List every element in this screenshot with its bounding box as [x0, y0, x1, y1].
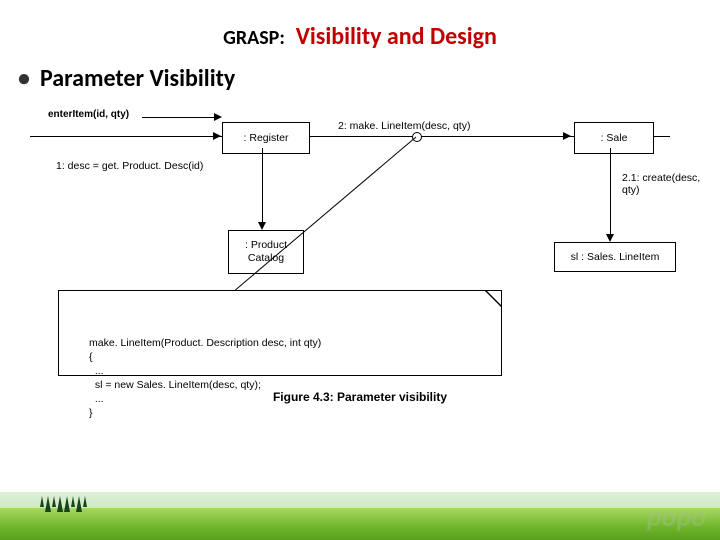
footer-sky	[0, 492, 720, 508]
watermark: popo	[647, 499, 706, 534]
label-desc: 1: desc = get. Product. Desc(id)	[56, 160, 203, 172]
object-sale-label: : Sale	[601, 132, 628, 145]
title-prefix: GRASP:	[223, 26, 285, 50]
object-sli: sl : Sales. LineItem	[554, 242, 676, 272]
dog-ear-mask	[487, 291, 501, 305]
slide-title: GRASP: Visibility and Design	[0, 22, 720, 51]
arrow-enter	[213, 132, 221, 140]
arrow-make-head	[563, 132, 571, 140]
bullet-text: Parameter Visibility	[40, 64, 235, 93]
bullet-icon: •	[18, 64, 30, 93]
arrow-enter-head	[214, 113, 222, 121]
footer-grass	[0, 508, 720, 540]
label-make: 2: make. LineItem(desc, qty)	[338, 120, 470, 132]
note-code: make. LineItem(Product. Description desc…	[89, 336, 321, 421]
note-anchor-line	[233, 134, 433, 294]
object-sli-label: sl : Sales. LineItem	[571, 251, 660, 264]
arrow-down-sli	[606, 234, 614, 242]
link-sale-sli	[610, 148, 611, 240]
footer-trees-icon	[40, 496, 87, 512]
collaboration-diagram: enterItem(id, qty) 2: make. LineItem(des…	[18, 102, 702, 412]
figure-caption: Figure 4.3: Parameter visibility	[18, 390, 702, 404]
title-main: Visibility and Design	[296, 22, 497, 51]
note-box: make. LineItem(Product. Description desc…	[58, 290, 502, 376]
label-create: 2.1: create(desc, qty)	[622, 172, 702, 196]
bullet-line: • Parameter Visibility	[18, 64, 235, 93]
object-sale: : Sale	[574, 122, 654, 154]
arrow-enter-stem	[142, 117, 216, 118]
label-enter: enterItem(id, qty)	[48, 109, 129, 120]
